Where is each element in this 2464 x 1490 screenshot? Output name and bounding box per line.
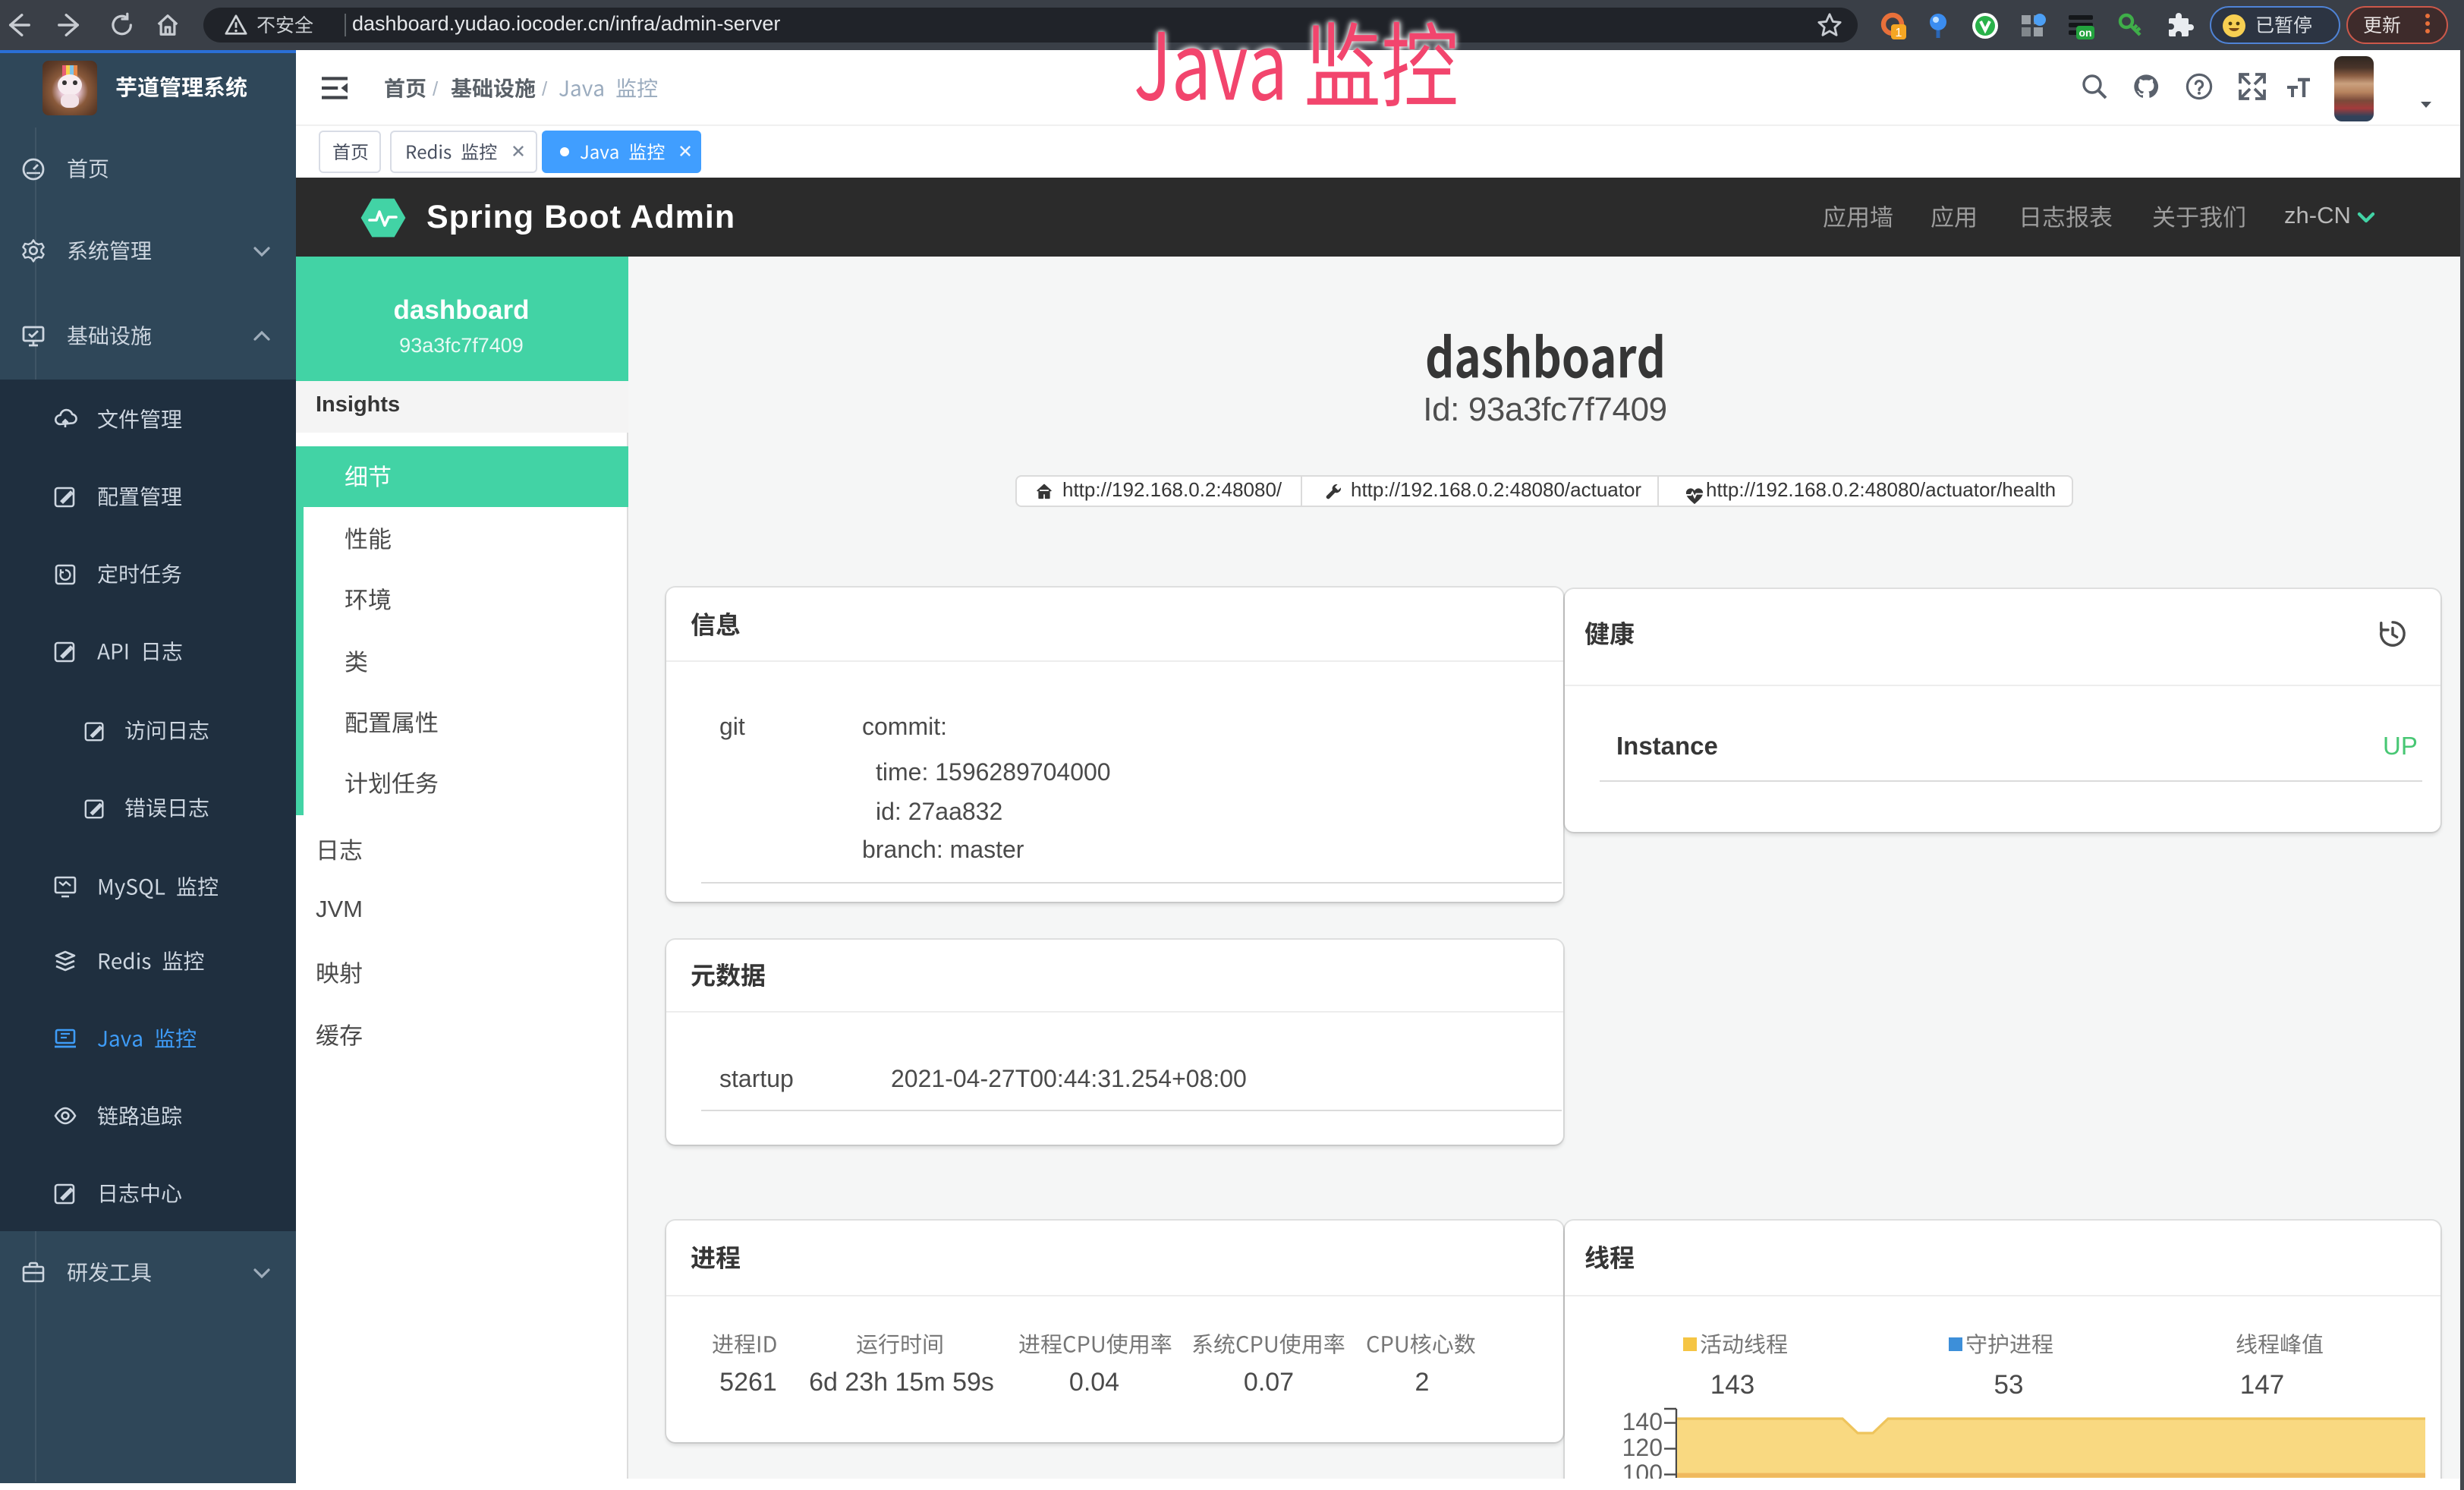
svg-text:on: on (2079, 27, 2091, 39)
svg-text:1: 1 (1896, 27, 1902, 39)
